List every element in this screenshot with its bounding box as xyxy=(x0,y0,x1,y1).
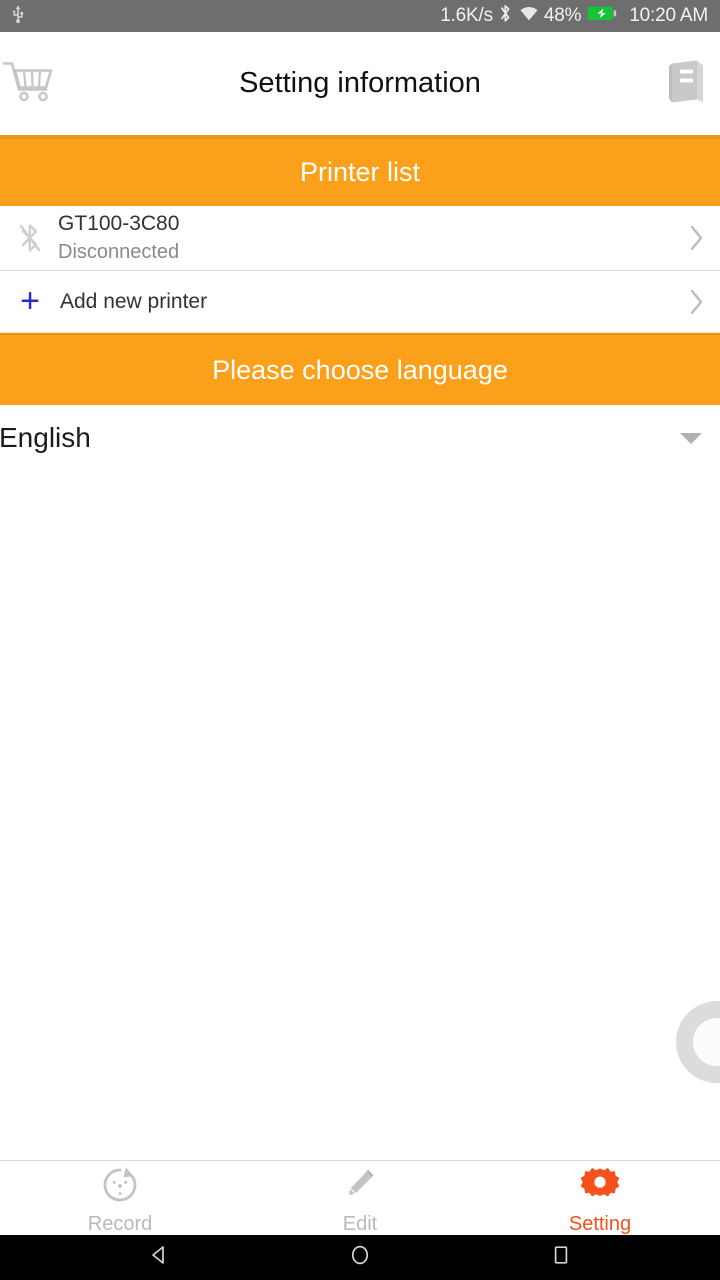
home-circle-icon[interactable] xyxy=(347,1242,373,1273)
app-root: 1.6K/s 48% 10:20 AM Setting information … xyxy=(0,0,720,1280)
bluetooth-icon xyxy=(499,3,512,30)
language-select-value: English xyxy=(0,422,91,453)
caret-down-icon[interactable] xyxy=(680,432,702,444)
page-title: Setting information xyxy=(239,67,481,99)
add-new-printer-row[interactable]: + Add new printer xyxy=(0,271,720,333)
section-header-language-label: Please choose language xyxy=(212,354,508,385)
section-header-printer-list: Printer list xyxy=(0,137,720,206)
printer-name: GT100-3C80 xyxy=(58,211,180,235)
battery-charging-icon xyxy=(587,4,621,29)
section-header-printer-list-label: Printer list xyxy=(299,157,421,187)
network-speed-label: 1.6K/s xyxy=(440,5,493,26)
chevron-right-icon xyxy=(688,287,706,317)
recents-square-icon[interactable] xyxy=(548,1242,574,1273)
section-header-language: Please choose language xyxy=(0,333,720,405)
battery-percent-label: 48% xyxy=(543,5,582,26)
bottom-tab-bar: Record Edit Setting xyxy=(0,1160,720,1235)
tab-setting-label: Setting xyxy=(568,1212,632,1235)
gear-icon xyxy=(578,1163,622,1212)
tab-setting[interactable]: Setting xyxy=(480,1161,720,1235)
android-nav-bar xyxy=(0,1235,720,1280)
shopping-cart-icon[interactable] xyxy=(2,56,58,111)
status-bar: 1.6K/s 48% 10:20 AM xyxy=(0,0,720,32)
loading-circle-icon xyxy=(676,1001,720,1083)
language-select[interactable]: English xyxy=(0,405,720,471)
content-area xyxy=(0,471,720,1161)
tab-edit[interactable]: Edit xyxy=(240,1161,480,1235)
printer-list-item[interactable]: GT100-3C80 Disconnected xyxy=(0,206,720,271)
printer-list-item-texts: GT100-3C80 Disconnected xyxy=(58,211,179,265)
app-header: Setting information xyxy=(0,32,720,137)
tab-record[interactable]: Record xyxy=(0,1161,240,1235)
wifi-icon xyxy=(518,4,540,28)
record-gauge-icon xyxy=(98,1163,142,1212)
status-bar-left xyxy=(10,4,26,29)
tab-edit-label: Edit xyxy=(342,1212,378,1235)
status-bar-right: 1.6K/s 48% 10:20 AM xyxy=(440,3,708,30)
clock-label: 10:20 AM xyxy=(629,5,708,26)
back-triangle-icon[interactable] xyxy=(146,1242,172,1273)
usb-icon xyxy=(10,4,26,29)
chevron-right-icon xyxy=(688,223,706,253)
printer-status: Disconnected xyxy=(58,241,180,264)
tab-record-label: Record xyxy=(87,1212,153,1235)
pencil-icon xyxy=(338,1163,382,1212)
add-new-printer-label: Add new printer xyxy=(60,289,208,313)
bluetooth-off-icon xyxy=(10,222,50,254)
plus-icon: + xyxy=(20,281,40,320)
book-icon[interactable] xyxy=(664,57,708,110)
